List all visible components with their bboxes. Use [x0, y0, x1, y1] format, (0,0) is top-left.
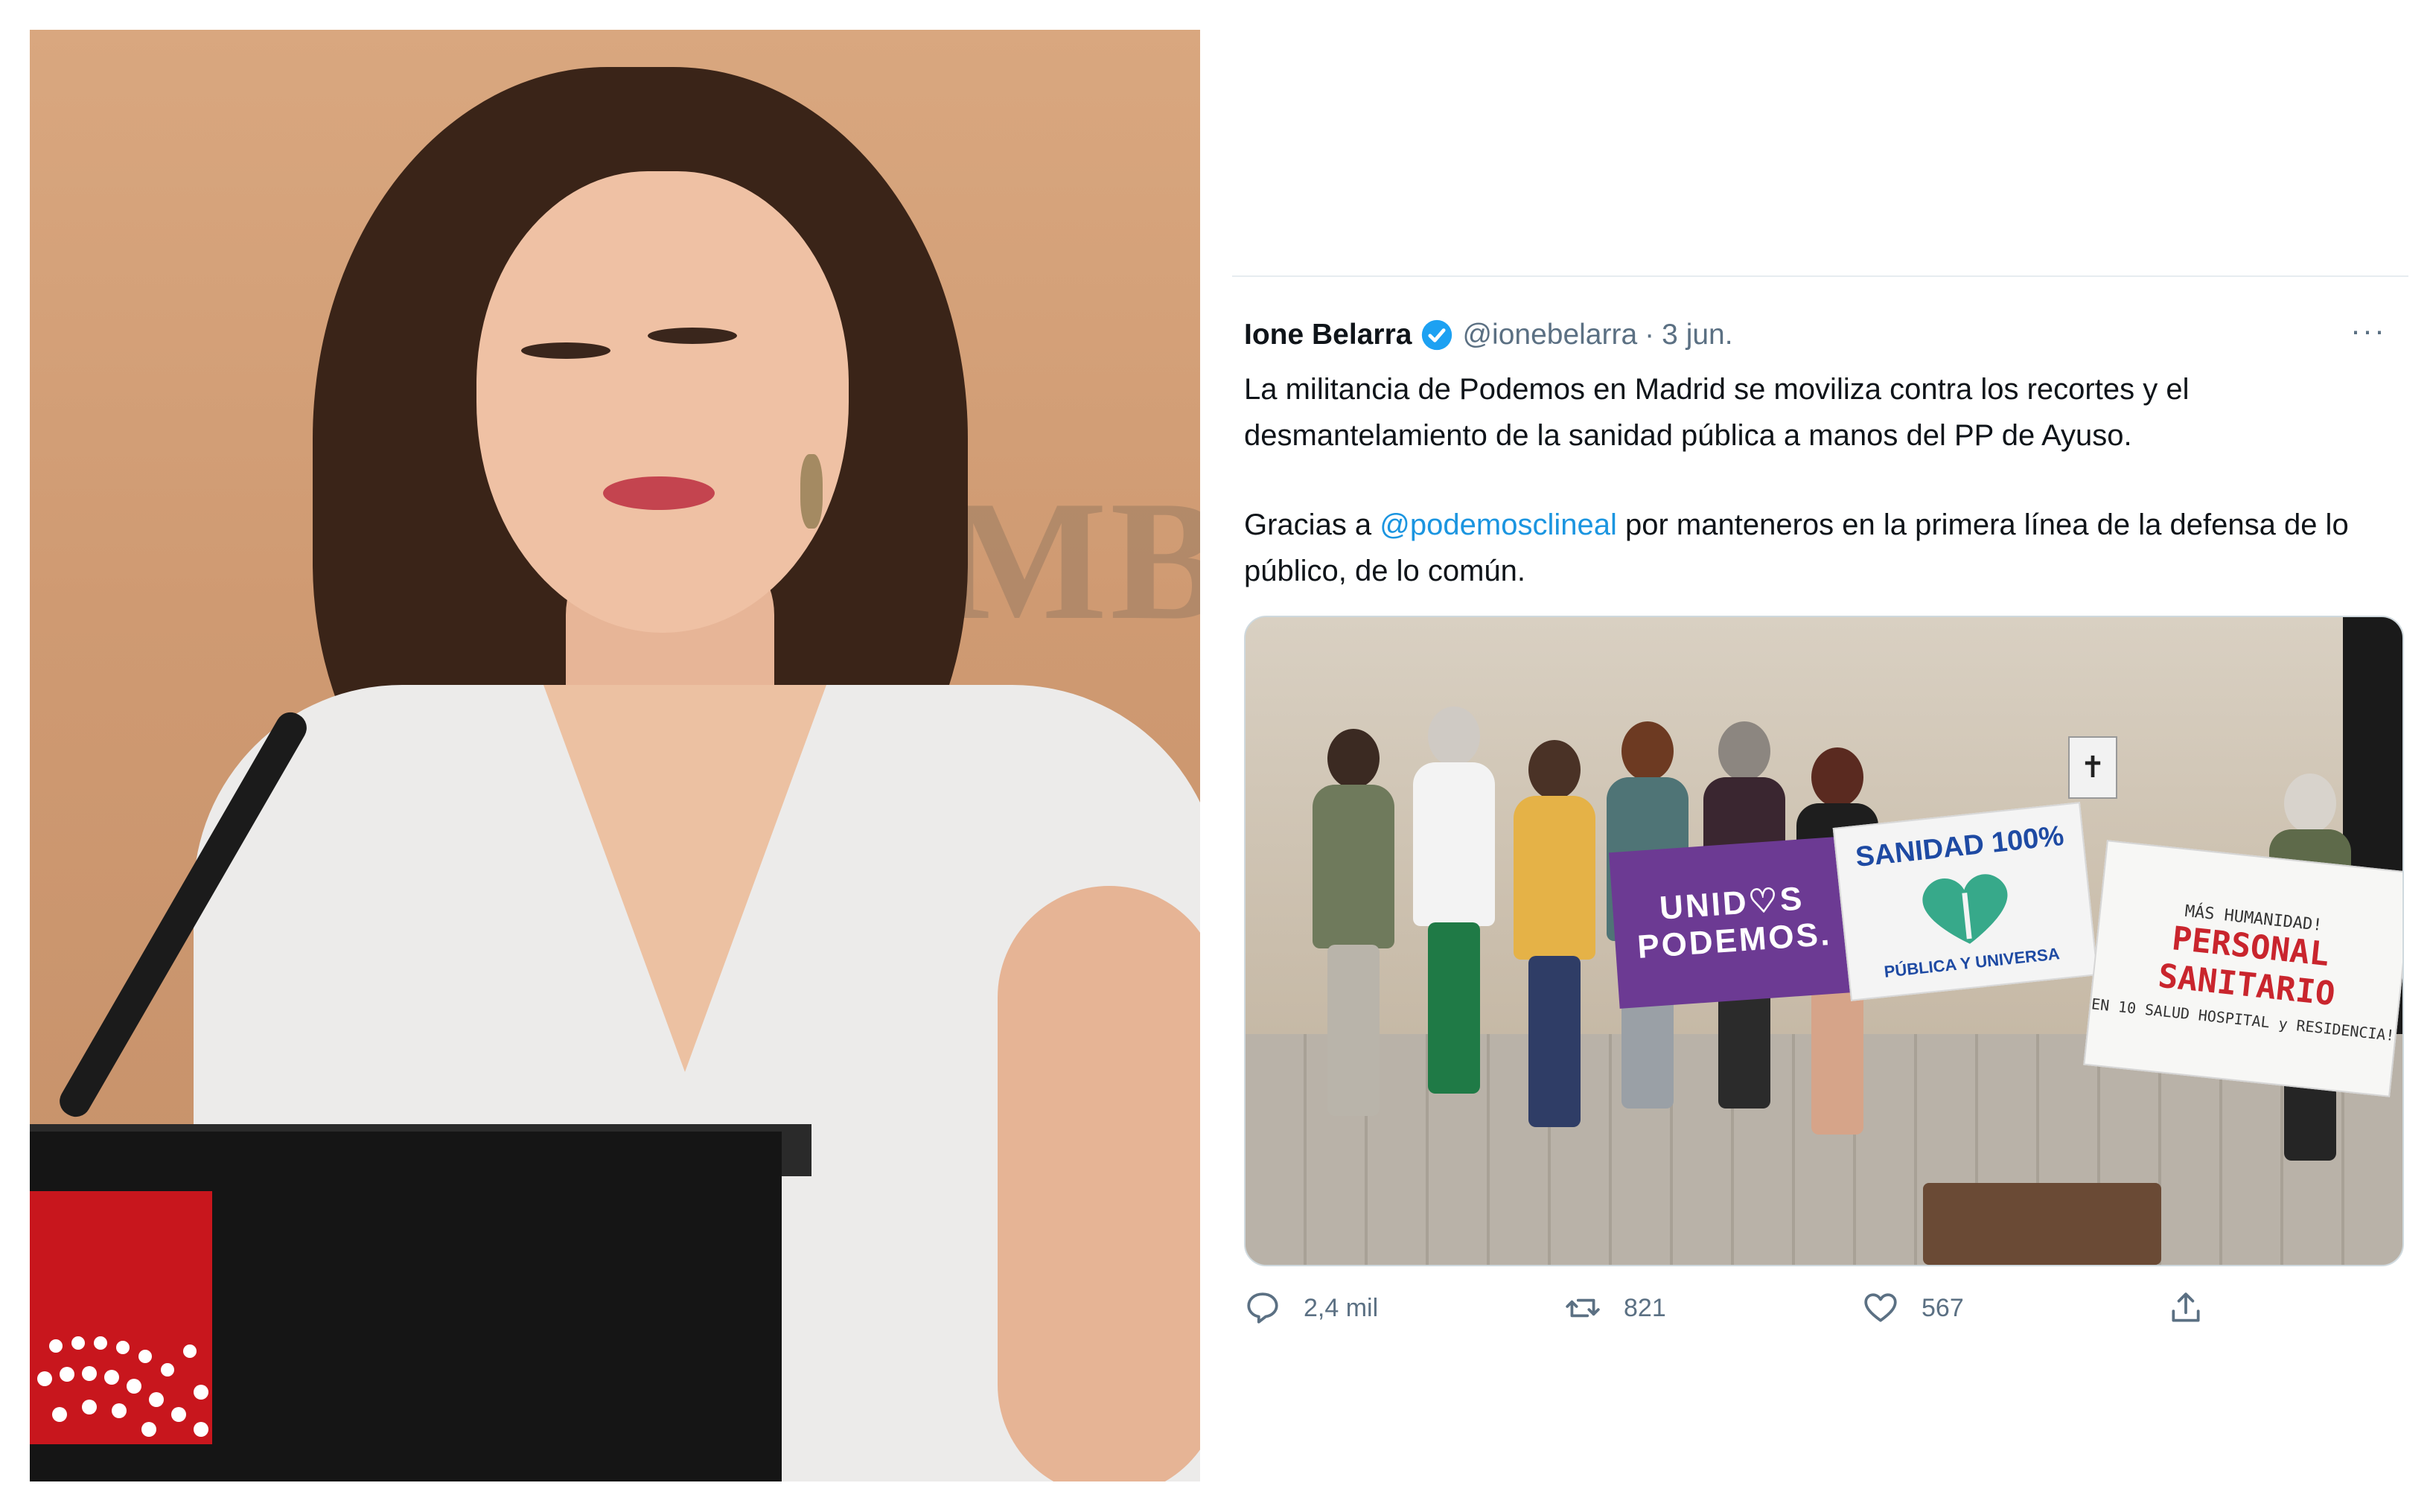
- wall-lettering: MBL: [945, 465, 1200, 655]
- face: [476, 171, 849, 633]
- right-eye: [648, 328, 737, 344]
- tweet-header: Ione Belarra @ionebelarra · 3 jun.: [1244, 313, 1733, 357]
- more-options-icon[interactable]: ···: [2350, 313, 2386, 348]
- mention-link[interactable]: @podemosclineal: [1380, 508, 1617, 541]
- paragraph-2-prefix: Gracias a: [1244, 508, 1380, 541]
- arm: [998, 886, 1200, 1481]
- verified-badge-icon: [1420, 319, 1453, 351]
- tweet-paragraph-1: La militancia de Podemos en Madrid se mo…: [1244, 373, 2190, 452]
- retweet-count: 821: [1624, 1293, 1666, 1322]
- tweet-date[interactable]: 3 jun.: [1662, 319, 1732, 351]
- left-eye: [521, 342, 610, 359]
- manhole-cover: [1923, 1183, 2161, 1265]
- small-cross-sign: ✝: [2068, 736, 2117, 799]
- banner-sanidad-subtitle: PÚBLICA Y UNIVERSA: [1883, 943, 2061, 981]
- banner-sanidad: SANIDAD 100% PÚBLICA Y UNIVERSA: [1832, 802, 2099, 1001]
- like-count: 567: [1922, 1293, 1964, 1322]
- lips: [603, 476, 715, 510]
- banner-unidos-podemos: UNID♡S PODEMOS.: [1609, 836, 1857, 1009]
- share-button[interactable]: [2167, 1289, 2227, 1327]
- retweet-icon: [1566, 1298, 1600, 1318]
- banner-personal-sanitario: MÁS HUMANIDAD! PERSONAL SANITARIO EN 10 …: [2083, 840, 2402, 1097]
- tweet-card: Ione Belarra @ionebelarra · 3 jun. ··· L…: [1232, 275, 2408, 1371]
- tweet-text: La militancia de Podemos en Madrid se mo…: [1244, 366, 2361, 637]
- author-name[interactable]: Ione Belarra: [1244, 319, 1412, 351]
- retweet-button[interactable]: 821: [1564, 1289, 1666, 1327]
- heart-icon: [1864, 1293, 1897, 1322]
- share-icon: [2172, 1292, 2200, 1322]
- author-handle[interactable]: @ionebelarra: [1462, 319, 1637, 351]
- tweet-media-photo[interactable]: ✝ UNID♡S PODEMOS. SANIDAD 100% PÚBLICA Y…: [1244, 616, 2404, 1266]
- photo-politician-at-podium: MBL: [30, 30, 1200, 1481]
- reply-icon: [1247, 1292, 1278, 1324]
- tweet-actions: 2,4 mil 821 567: [1244, 1289, 2361, 1334]
- dotted-logo-icon: [37, 1336, 208, 1437]
- earring: [800, 454, 823, 529]
- header-separator: ·: [1645, 319, 1655, 351]
- reply-count: 2,4 mil: [1304, 1293, 1379, 1322]
- red-logo-block: [30, 1191, 212, 1444]
- banner-sanidad-title: SANIDAD 100%: [1854, 820, 2066, 873]
- like-button[interactable]: 567: [1862, 1289, 1964, 1327]
- green-heart-icon: [1922, 873, 2008, 944]
- tweet-paragraph-2: Gracias a @podemosclineal por manteneros…: [1244, 502, 2361, 594]
- blouse-neckline: [543, 685, 826, 1072]
- reply-button[interactable]: 2,4 mil: [1244, 1289, 1378, 1327]
